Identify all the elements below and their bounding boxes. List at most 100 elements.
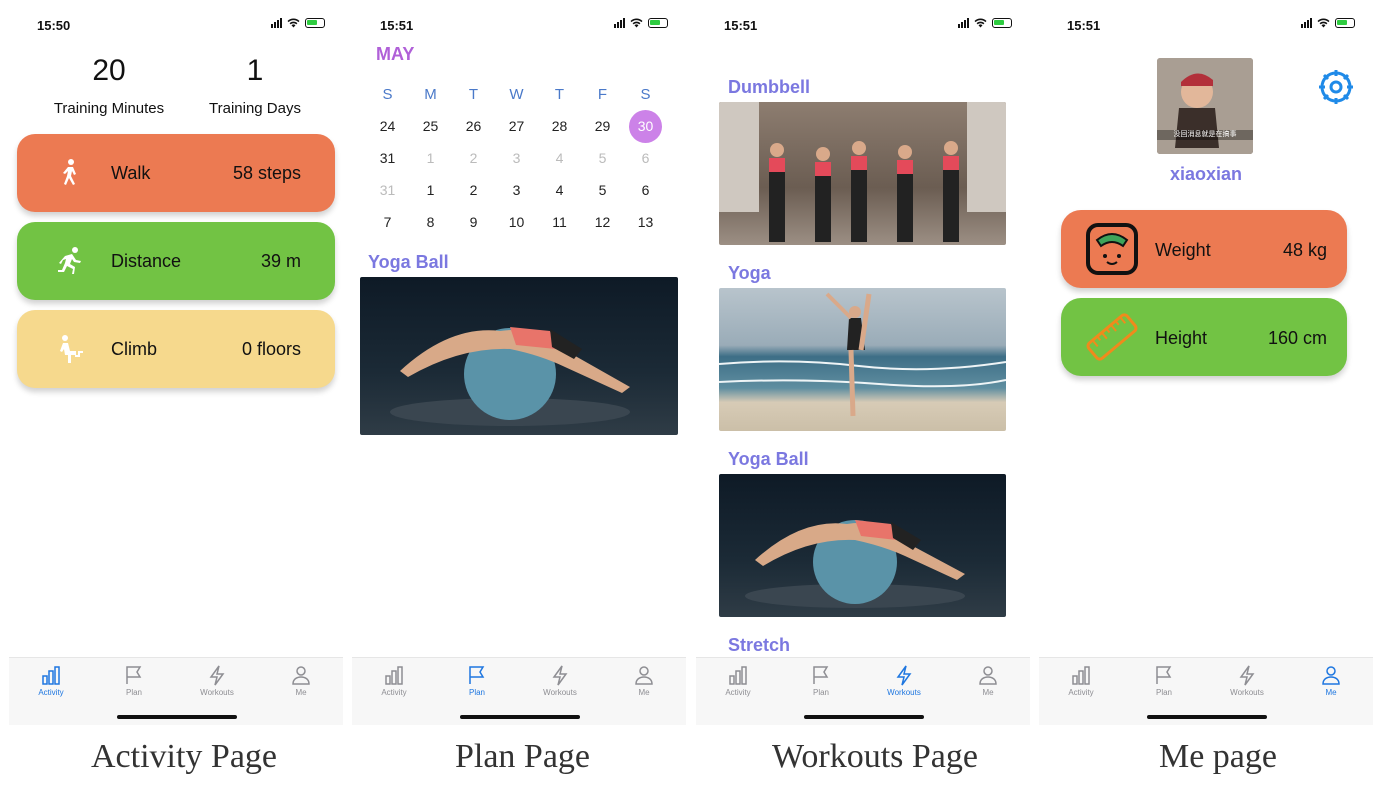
tab-bar: Activity Plan Workouts Me xyxy=(1039,657,1373,725)
calendar-day[interactable]: 25 xyxy=(409,118,452,134)
tab-plan[interactable]: Plan xyxy=(447,664,507,697)
calendar-day[interactable]: 31 xyxy=(366,150,409,166)
dumbbell-image[interactable] xyxy=(719,102,1006,245)
scale-icon xyxy=(1086,223,1138,275)
calendar-day[interactable]: 13 xyxy=(624,214,667,230)
tab-activity-label: Activity xyxy=(38,688,64,697)
calendar-day[interactable]: 4 xyxy=(538,150,581,166)
height-card[interactable]: Height 160 cm xyxy=(1061,298,1347,376)
tab-bar: Activity Plan Workouts Me xyxy=(696,657,1030,725)
tab-me[interactable]: Me xyxy=(271,664,331,697)
status-time: 15:51 xyxy=(1067,18,1101,33)
home-indicator xyxy=(460,715,580,719)
tab-activity[interactable]: Activity xyxy=(364,664,424,697)
tab-activity[interactable]: Activity xyxy=(21,664,81,697)
bolt-icon xyxy=(209,665,225,686)
calendar-day[interactable]: 9 xyxy=(452,214,495,230)
avatar[interactable]: 没回消息就是在搞事 xyxy=(1157,58,1253,154)
gear-icon[interactable] xyxy=(1317,68,1355,106)
calendar-day[interactable]: 3 xyxy=(495,150,538,166)
tab-me[interactable]: Me xyxy=(1301,664,1361,697)
walk-label: Walk xyxy=(111,163,151,183)
tab-bar: Activity Plan Workouts Me xyxy=(352,657,686,725)
calendar-day[interactable]: 31 xyxy=(366,182,409,198)
status-time: 15:51 xyxy=(724,18,758,33)
calendar-day[interactable]: 1 xyxy=(409,182,452,198)
person-icon xyxy=(635,666,653,685)
tab-me[interactable]: Me xyxy=(958,664,1018,697)
tab-workouts[interactable]: Workouts xyxy=(187,664,247,697)
calendar-day[interactable]: 12 xyxy=(581,214,624,230)
plan-section-title: Yoga Ball xyxy=(368,252,449,272)
tab-workouts[interactable]: Workouts xyxy=(1217,664,1277,697)
calendar-day-selected[interactable]: 30 xyxy=(624,110,667,143)
calendar-day[interactable]: 2 xyxy=(452,182,495,198)
battery-icon xyxy=(992,18,1012,28)
calendar-day[interactable]: 2 xyxy=(452,150,495,166)
calendar-day[interactable]: 7 xyxy=(366,214,409,230)
calendar-day[interactable]: 5 xyxy=(581,150,624,166)
weight-card[interactable]: Weight 48 kg xyxy=(1061,210,1347,288)
climb-card[interactable]: Climb 0 floors xyxy=(17,310,335,388)
calendar-day[interactable]: 8 xyxy=(409,214,452,230)
yoga-illustration xyxy=(719,292,1006,417)
calendar-day[interactable]: 6 xyxy=(624,182,667,198)
calendar-day[interactable]: 3 xyxy=(495,182,538,198)
walk-card[interactable]: Walk 58 steps xyxy=(17,134,335,212)
calendar-day[interactable]: 27 xyxy=(495,118,538,134)
training-minutes-value: 20 xyxy=(92,54,126,87)
wifi-icon xyxy=(287,18,300,28)
ruler-icon xyxy=(1086,313,1138,361)
calendar-day[interactable]: 29 xyxy=(581,118,624,134)
tab-me[interactable]: Me xyxy=(614,664,674,697)
tab-me-label: Me xyxy=(982,688,994,697)
username: xiaoxian xyxy=(1169,164,1243,184)
weekday: F xyxy=(597,85,608,103)
yoga-ball-image[interactable] xyxy=(360,277,678,435)
tab-workouts[interactable]: Workouts xyxy=(530,664,590,697)
calendar-day[interactable]: 10 xyxy=(495,214,538,230)
flag-icon xyxy=(126,666,142,684)
calendar-day[interactable]: 24 xyxy=(366,118,409,134)
bolt-icon xyxy=(896,665,912,686)
person-icon xyxy=(979,666,997,685)
tab-activity[interactable]: Activity xyxy=(708,664,768,697)
yoga-ball-title: Yoga Ball xyxy=(728,449,809,469)
tab-me-label: Me xyxy=(295,688,307,697)
flag-icon xyxy=(813,666,829,684)
calendar-day[interactable]: 4 xyxy=(538,182,581,198)
activity-icon xyxy=(385,666,403,685)
calendar-week: 7 8 9 10 11 12 13 xyxy=(366,206,676,238)
calendar-week: 31 1 2 3 4 5 6 xyxy=(366,174,676,206)
tab-plan[interactable]: Plan xyxy=(791,664,851,697)
tab-activity[interactable]: Activity xyxy=(1051,664,1111,697)
activity-screen: 15:50 20 Training Minutes 1 Training Day… xyxy=(9,0,343,725)
calendar-day[interactable]: 1 xyxy=(409,150,452,166)
dumbbell-title: Dumbbell xyxy=(728,77,811,97)
calendar-day[interactable]: 11 xyxy=(538,214,581,230)
tab-workouts[interactable]: Workouts xyxy=(874,664,934,697)
bolt-icon xyxy=(552,665,568,686)
person-icon xyxy=(292,666,310,685)
tab-plan-label: Plan xyxy=(1155,688,1172,697)
calendar: S M T W T F S 24 25 26 27 28 29 30 31 1 … xyxy=(366,78,676,238)
tab-plan[interactable]: Plan xyxy=(104,664,164,697)
wifi-icon xyxy=(630,18,643,28)
tab-plan[interactable]: Plan xyxy=(1134,664,1194,697)
calendar-day[interactable]: 6 xyxy=(624,150,667,166)
calendar-day[interactable]: 26 xyxy=(452,118,495,134)
tab-plan-label: Plan xyxy=(468,688,485,697)
tab-activity-label: Activity xyxy=(381,688,407,697)
height-label: Height xyxy=(1155,328,1208,348)
distance-card[interactable]: Distance 39 m xyxy=(17,222,335,300)
status-icons xyxy=(614,18,668,28)
yoga-ball-image[interactable] xyxy=(719,474,1006,617)
distance-value: 39 m xyxy=(260,251,301,271)
status-time: 15:50 xyxy=(37,18,71,33)
home-indicator xyxy=(1147,715,1267,719)
me-screen: 15:51 没回消息就是在搞事 xiaoxian Weight 48 kg He… xyxy=(1039,0,1373,725)
activity-icon xyxy=(42,666,60,685)
yoga-image[interactable] xyxy=(719,288,1006,431)
calendar-day[interactable]: 28 xyxy=(538,118,581,134)
calendar-day[interactable]: 5 xyxy=(581,182,624,198)
